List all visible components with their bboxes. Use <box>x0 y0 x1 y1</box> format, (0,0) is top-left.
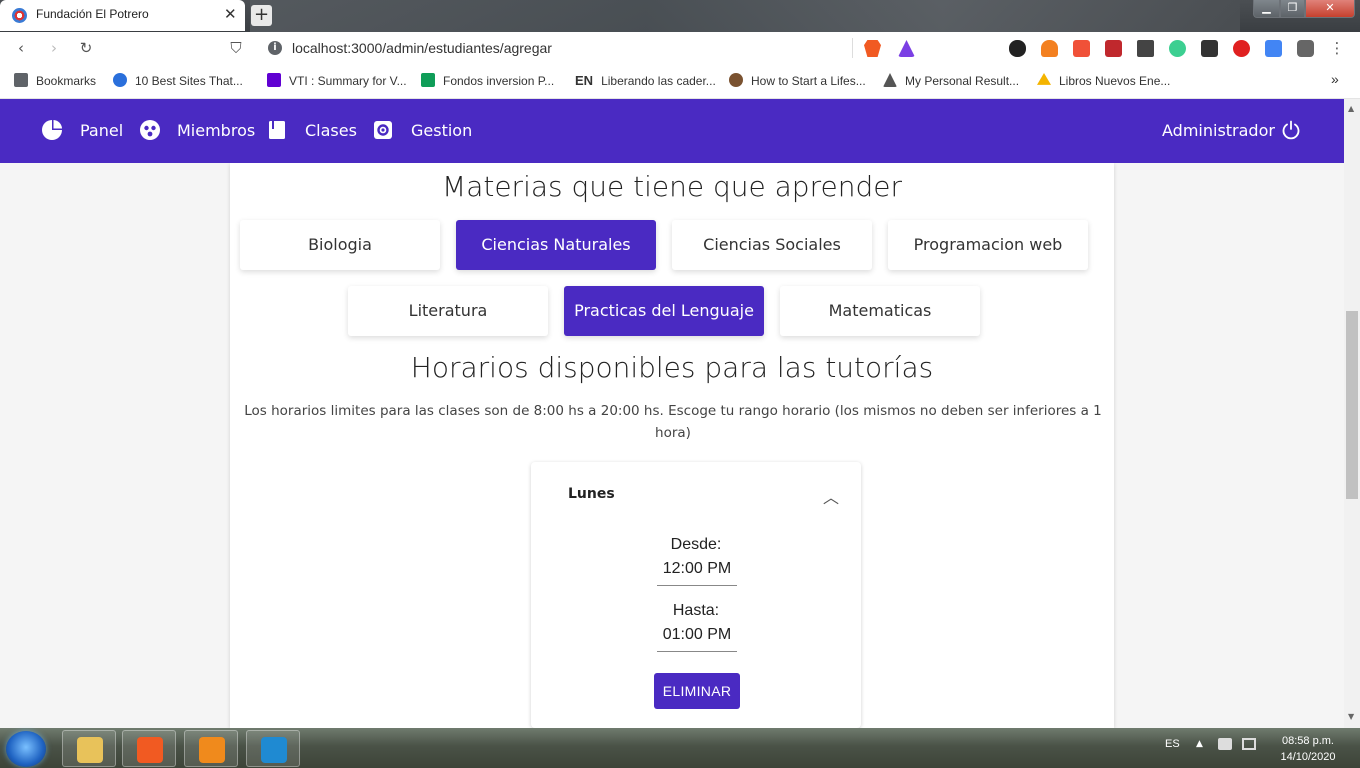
pdf-icon <box>199 737 225 763</box>
bookmark-page-icon[interactable]: ⛉ <box>228 40 244 56</box>
bookmark-item[interactable]: VTI : Summary for V... <box>267 73 407 91</box>
system-clock[interactable]: 08:58 p.m. 14/10/2020 <box>1268 733 1348 765</box>
forward-icon[interactable]: › <box>46 40 62 56</box>
subject-chip-practicas-del-lenguaje[interactable]: Practicas del Lenguaje <box>564 286 764 336</box>
bookmark-item[interactable]: Libros Nuevos Ene... <box>1037 73 1170 91</box>
taskbar-vscode[interactable] <box>246 730 300 767</box>
scroll-down-icon[interactable]: ▼ <box>1348 712 1354 721</box>
clock-date: 14/10/2020 <box>1280 751 1336 763</box>
delete-schedule-button[interactable]: ELIMINAR <box>654 673 740 709</box>
extension-incognito-icon[interactable] <box>1009 40 1026 57</box>
scrollbar-thumb[interactable] <box>1346 311 1358 499</box>
day-schedule-panel: Lunes ︿ Desde: 12:00 PM Hasta: 01:00 PM … <box>531 462 861 728</box>
bookmark-item[interactable]: 10 Best Sites That... <box>113 73 243 91</box>
extension-circle-icon[interactable] <box>1169 40 1186 57</box>
bookmark-item[interactable]: Fondos inversion P... <box>421 73 554 91</box>
app-navbar: Panel Miembros Clases Gestion Administra… <box>0 99 1344 163</box>
bookmark-item[interactable]: Bookmarks <box>14 73 96 91</box>
google-translate-icon[interactable] <box>1265 40 1282 57</box>
language-indicator[interactable]: ES <box>1165 738 1180 750</box>
browser-menu-icon[interactable]: ⋮ <box>1329 40 1345 56</box>
extension-red-icon[interactable] <box>1105 40 1122 57</box>
maximize-window-button[interactable]: ❐ <box>1280 0 1305 18</box>
minimize-window-button[interactable]: ▁ <box>1253 0 1280 18</box>
chevron-up-icon[interactable]: ︿ <box>823 484 839 508</box>
tab-title: Fundación El Potrero <box>36 7 149 21</box>
taskbar-pdf[interactable] <box>184 730 238 767</box>
bookmarks-more-icon[interactable]: » <box>1331 71 1339 89</box>
bookmarks-bar: Bookmarks 10 Best Sites That... VTI : Su… <box>0 65 1360 99</box>
bookmark-item[interactable]: My Personal Result... <box>883 73 1019 91</box>
page-scrollbar[interactable]: ▲ ▼ <box>1344 99 1360 728</box>
vscode-icon <box>261 737 287 763</box>
schedule-title: Horarios disponibles para las tutorías <box>410 351 934 384</box>
action-center-icon[interactable] <box>1218 738 1232 750</box>
subject-chip-biologia[interactable]: Biologia <box>240 220 440 270</box>
book-icon <box>269 121 285 139</box>
subject-chip-matematicas[interactable]: Matematicas <box>780 286 980 336</box>
start-button[interactable] <box>6 731 46 767</box>
close-window-button[interactable]: ✕ <box>1305 0 1355 18</box>
power-icon <box>1282 120 1300 140</box>
day-name: Lunes <box>568 486 615 502</box>
extensions-puzzle-icon[interactable] <box>1297 40 1314 57</box>
scroll-up-icon[interactable]: ▲ <box>1348 104 1354 113</box>
subject-chip-programacion-web[interactable]: Programacion web <box>888 220 1088 270</box>
window-controls: ▁ ❐ ✕ <box>1253 0 1355 18</box>
bookmark-item[interactable]: EN Liberando las cader... <box>575 73 716 91</box>
subjects-title: Materias que tiene que aprender <box>442 170 902 203</box>
gear-icon <box>374 121 392 139</box>
schedule-description: Los horarios limites para las clases son… <box>244 403 1102 441</box>
from-time-input[interactable]: 12:00 PM <box>657 560 737 586</box>
reload-icon[interactable]: ↻ <box>78 40 94 56</box>
group-icon <box>140 120 160 140</box>
en-icon: EN <box>575 73 594 88</box>
address-bar[interactable]: i localhost:3000/admin/estudiantes/agreg… <box>258 36 874 61</box>
adblock-plus-icon[interactable] <box>1233 40 1250 57</box>
extension-swift-icon[interactable] <box>1073 40 1090 57</box>
bookmark-item[interactable]: How to Start a Lifes... <box>729 73 866 91</box>
subject-chip-literatura[interactable]: Literatura <box>348 286 548 336</box>
pie-chart-icon <box>42 120 62 140</box>
site-favicon-icon <box>12 8 27 23</box>
clock-time: 08:58 p.m. <box>1282 735 1334 747</box>
subject-chip-ciencias-naturales[interactable]: Ciencias Naturales <box>456 220 656 270</box>
taskbar-explorer[interactable] <box>62 730 116 767</box>
back-icon[interactable]: ‹ <box>13 40 29 56</box>
to-time-input[interactable]: 01:00 PM <box>657 626 737 652</box>
extension-cloudflare-icon[interactable] <box>1041 40 1058 57</box>
new-tab-button[interactable]: + <box>251 5 272 26</box>
extension-m-icon[interactable] <box>1201 40 1218 57</box>
browser-tab[interactable]: Fundación El Potrero ✕ <box>0 0 245 31</box>
folder-icon <box>77 737 103 763</box>
extension-document-icon[interactable] <box>1137 40 1154 57</box>
site-info-icon[interactable]: i <box>268 41 282 55</box>
from-label: Desde: <box>670 536 722 553</box>
url-text[interactable]: localhost:3000/admin/estudiantes/agregar <box>292 40 552 56</box>
network-icon[interactable] <box>1242 738 1256 750</box>
tab-close-icon[interactable]: ✕ <box>224 5 237 23</box>
to-label: Hasta: <box>672 602 720 619</box>
subject-chip-ciencias-sociales[interactable]: Ciencias Sociales <box>672 220 872 270</box>
brave-icon <box>137 737 163 763</box>
tray-expand-icon[interactable]: ▲ <box>1196 739 1203 749</box>
taskbar-brave[interactable] <box>122 730 176 767</box>
